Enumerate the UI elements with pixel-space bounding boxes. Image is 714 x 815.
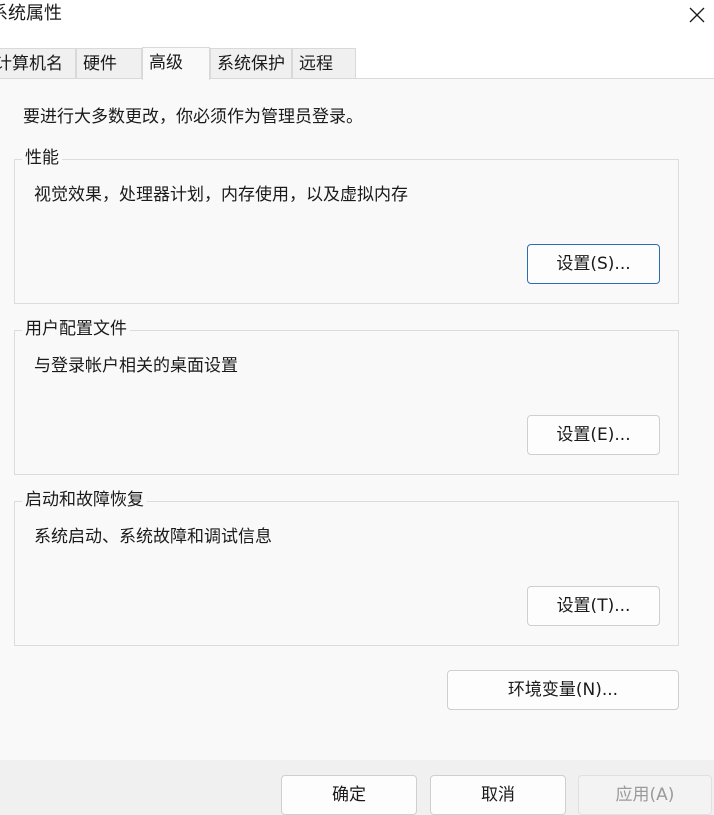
- startup-recovery-settings-button[interactable]: 设置(T)...: [527, 586, 660, 626]
- startup-recovery-description: 系统启动、系统故障和调试信息: [34, 527, 272, 547]
- cancel-button[interactable]: 取消: [430, 775, 566, 815]
- tab-hardware[interactable]: 硬件: [76, 48, 142, 79]
- advanced-tab-panel: 要进行大多数更改，你必须作为管理员登录。 性能 视觉效果，处理器计划，内存使用，…: [0, 78, 714, 760]
- performance-description: 视觉效果，处理器计划，内存使用，以及虚拟内存: [34, 185, 408, 205]
- system-properties-window: 系统属性 计算机名 硬件 高级 系统保护 远程 要进行大多数更改，你必须作为管理…: [0, 0, 714, 815]
- user-profiles-settings-button[interactable]: 设置(E)...: [527, 415, 660, 455]
- window-title: 系统属性: [0, 3, 62, 24]
- startup-recovery-group: 启动和故障恢复 系统启动、系统故障和调试信息 设置(T)...: [14, 488, 679, 646]
- tab-strip: 计算机名 硬件 高级 系统保护 远程: [0, 34, 714, 80]
- apply-button[interactable]: 应用(A): [578, 775, 712, 815]
- performance-group-title: 性能: [22, 146, 62, 170]
- tab-computer-name[interactable]: 计算机名: [0, 48, 76, 79]
- dialog-footer: 确定 取消 应用(A): [0, 760, 714, 815]
- admin-notice: 要进行大多数更改，你必须作为管理员登录。: [23, 107, 363, 127]
- title-bar: 系统属性: [0, 0, 714, 34]
- startup-recovery-group-title: 启动和故障恢复: [22, 488, 147, 512]
- performance-group: 性能 视觉效果，处理器计划，内存使用，以及虚拟内存 设置(S)...: [14, 146, 679, 304]
- tab-system-protection[interactable]: 系统保护: [210, 48, 292, 79]
- ok-button[interactable]: 确定: [281, 775, 417, 815]
- environment-variables-button[interactable]: 环境变量(N)...: [447, 670, 679, 710]
- user-profiles-group-title: 用户配置文件: [22, 317, 130, 341]
- tab-advanced[interactable]: 高级: [142, 47, 210, 80]
- user-profiles-description: 与登录帐户相关的桌面设置: [34, 356, 238, 376]
- user-profiles-group: 用户配置文件 与登录帐户相关的桌面设置 设置(E)...: [14, 317, 679, 475]
- close-button[interactable]: [680, 0, 714, 30]
- tab-remote[interactable]: 远程: [292, 48, 356, 79]
- close-icon: [689, 7, 705, 23]
- performance-settings-button[interactable]: 设置(S)...: [527, 244, 660, 284]
